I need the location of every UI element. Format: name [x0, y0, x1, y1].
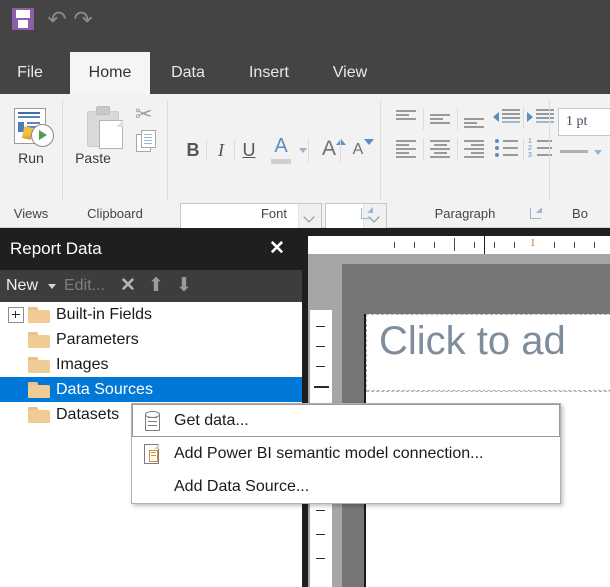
ribbon-tab-bar: File Home Data Insert View — [0, 52, 610, 94]
save-icon[interactable] — [12, 8, 34, 30]
chevron-down-icon[interactable] — [594, 150, 602, 155]
undo-arrow-icon[interactable]: ↶ — [44, 7, 70, 31]
folder-icon — [28, 407, 50, 423]
folder-icon — [28, 382, 50, 398]
tab-home[interactable]: Home — [70, 52, 150, 94]
tree-item-label: Parameters — [56, 327, 139, 352]
menu-item-label: Add Power BI semantic model connection..… — [174, 445, 484, 462]
font-color-icon[interactable]: A — [268, 136, 294, 164]
textbox-divider — [367, 390, 610, 391]
tree-item-label: Images — [56, 352, 108, 377]
redo-arrow-icon[interactable]: ↷ — [70, 7, 96, 31]
report-title-textbox[interactable]: Click to ad — [366, 314, 610, 392]
align-middle-icon[interactable] — [427, 108, 453, 130]
shrink-arrow-icon — [364, 139, 374, 145]
panel-title: Report Data — [10, 228, 102, 270]
menu-item-add-power-bi-semantic-model-connection[interactable]: Add Power BI semantic model connection..… — [132, 437, 560, 470]
ribbon-group-label-border: Bo — [550, 206, 610, 221]
paste-icon[interactable] — [85, 106, 129, 148]
font-color-letter: A — [268, 136, 294, 156]
horizontal-ruler[interactable]: 1 — [380, 236, 610, 254]
ribbon-group-label-paragraph: Paragraph — [381, 206, 549, 221]
scissors-icon[interactable]: ✂ — [135, 104, 157, 126]
folder-icon — [28, 307, 50, 323]
italic-icon[interactable]: I — [210, 138, 232, 162]
move-down-icon[interactable]: ⬇ — [176, 270, 192, 302]
tab-file[interactable]: File — [0, 52, 60, 94]
bold-icon[interactable]: B — [182, 138, 204, 162]
ribbon-group-clipboard: Paste ✂ Clipboard — [63, 94, 167, 227]
menu-item-label: Get data... — [174, 412, 249, 429]
expand-plus-icon[interactable] — [8, 307, 24, 323]
copy-icon[interactable] — [136, 130, 158, 152]
ribbon-group-label-font: Font — [168, 206, 380, 221]
align-bottom-icon[interactable] — [461, 108, 487, 130]
font-dialog-launcher[interactable] — [361, 208, 372, 219]
quick-access-toolbar: ↶ ↷ — [0, 0, 610, 52]
tab-data[interactable]: Data — [155, 52, 221, 94]
tab-view[interactable]: View — [317, 52, 383, 94]
context-menu: Get data... Add Power BI semantic model … — [131, 403, 561, 504]
tree-item-built-in-fields[interactable]: Built-in Fields — [0, 302, 302, 327]
ribbon-group-font: B I U A A A Font — [168, 94, 380, 227]
grow-arrow-icon — [336, 139, 346, 145]
edit-button: Edit... — [64, 270, 105, 302]
align-left-icon[interactable] — [393, 138, 419, 160]
ribbon: Run Views Paste ✂ Clipboard B I U — [0, 94, 610, 228]
delete-icon[interactable]: ✕ — [120, 270, 136, 302]
border-style-icon[interactable] — [560, 150, 588, 153]
canvas-top-edge — [302, 228, 610, 236]
align-right-icon[interactable] — [461, 138, 487, 160]
paste-button-label[interactable]: Paste — [53, 150, 133, 166]
border-width-input[interactable]: 1 pt — [558, 108, 610, 136]
folder-icon — [28, 332, 50, 348]
semantic-model-icon — [142, 444, 160, 463]
menu-item-label: Add Data Source... — [174, 478, 309, 495]
ribbon-group-paragraph: 1 2 3 Paragraph — [381, 94, 549, 227]
chevron-down-icon[interactable] — [299, 148, 307, 153]
ruler-number: 1 — [530, 237, 536, 249]
menu-item-add-data-source[interactable]: Add Data Source... — [132, 470, 560, 503]
ribbon-group-label-clipboard: Clipboard — [63, 206, 167, 221]
new-button[interactable]: New — [6, 270, 38, 302]
tab-insert[interactable]: Insert — [229, 52, 309, 94]
ribbon-group-border: 1 pt Bo — [550, 94, 610, 227]
align-top-icon[interactable] — [393, 108, 419, 130]
play-circle-icon — [31, 124, 54, 147]
align-center-icon[interactable] — [427, 138, 453, 160]
close-icon[interactable]: ✕ — [266, 238, 288, 260]
menu-item-get-data[interactable]: Get data... — [132, 404, 560, 437]
tree-item-label: Datasets — [56, 402, 119, 427]
decrease-indent-icon[interactable] — [493, 107, 521, 129]
move-up-icon[interactable]: ⬆ — [148, 270, 164, 302]
tree-item-parameters[interactable]: Parameters — [0, 327, 302, 352]
tree-item-data-sources[interactable]: Data Sources — [0, 377, 302, 402]
folder-icon — [28, 357, 50, 373]
run-report-icon[interactable] — [14, 108, 50, 146]
report-data-titlebar: Report Data ✕ — [0, 228, 302, 270]
tree-item-label: Data Sources — [56, 377, 153, 402]
bullet-list-icon[interactable] — [493, 138, 521, 160]
underline-icon[interactable]: U — [238, 138, 260, 162]
chevron-down-icon[interactable] — [48, 284, 56, 289]
ribbon-group-label-views: Views — [0, 206, 62, 221]
title-placeholder-text: Click to ad — [379, 319, 566, 364]
database-icon — [143, 412, 161, 431]
tree-item-label: Built-in Fields — [56, 302, 152, 327]
paragraph-dialog-launcher[interactable] — [530, 208, 541, 219]
tree-item-images[interactable]: Images — [0, 352, 302, 377]
report-data-toolbar: New Edit... ✕ ⬆ ⬇ — [0, 270, 302, 302]
